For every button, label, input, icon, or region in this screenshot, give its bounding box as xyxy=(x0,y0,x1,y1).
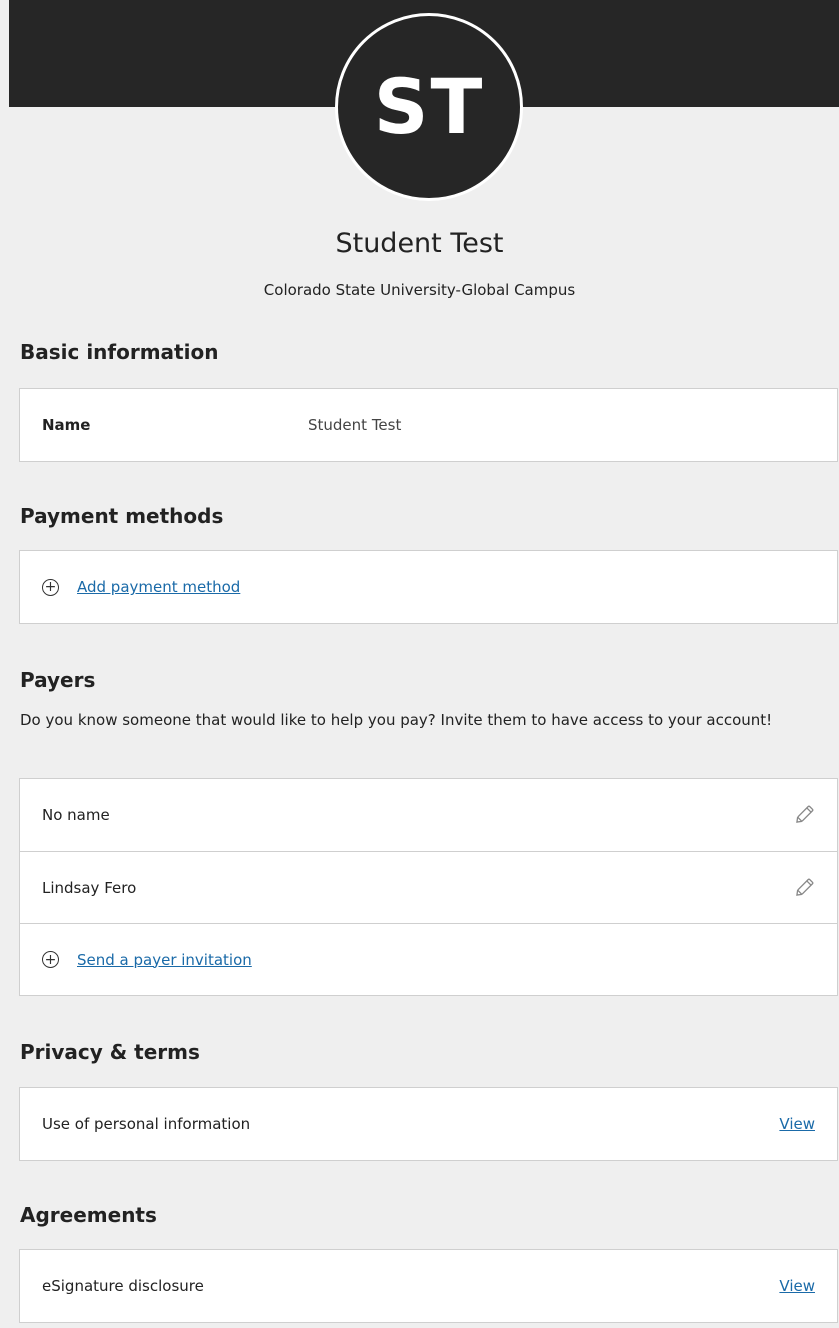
payment-methods-card: + Add payment method xyxy=(19,550,838,624)
view-link[interactable]: View xyxy=(779,1115,815,1133)
payer-row: Lindsay Fero xyxy=(20,851,837,923)
name-value: Student Test xyxy=(308,416,402,434)
basic-information-title: Basic information xyxy=(20,340,219,364)
name-label: Name xyxy=(42,416,91,434)
profile-name: Student Test xyxy=(335,228,504,259)
avatar: ST xyxy=(335,13,523,201)
view-link[interactable]: View xyxy=(779,1277,815,1295)
use-of-personal-information-row: Use of personal information View xyxy=(20,1088,837,1160)
use-of-personal-information-label: Use of personal information xyxy=(42,1115,251,1133)
send-payer-invitation-row[interactable]: + Send a payer invitation xyxy=(20,923,837,995)
add-payment-method-row[interactable]: + Add payment method xyxy=(20,551,837,623)
plus-circle-icon[interactable]: + xyxy=(42,578,59,596)
pencil-icon[interactable] xyxy=(793,877,815,899)
payer-row: No name xyxy=(20,779,837,851)
agreements-title: Agreements xyxy=(20,1203,157,1227)
avatar-initials: ST xyxy=(373,62,485,151)
privacy-terms-card: Use of personal information View xyxy=(19,1087,838,1161)
add-payment-method-link[interactable]: Add payment method xyxy=(77,578,240,596)
agreements-card: eSignature disclosure View xyxy=(19,1249,838,1323)
name-row: Name Student Test xyxy=(20,389,837,461)
payer-name: No name xyxy=(42,806,110,824)
profile-page: ST Student Test Colorado State Universit… xyxy=(0,0,839,1328)
payers-description: Do you know someone that would like to h… xyxy=(20,711,773,729)
pencil-icon[interactable] xyxy=(793,804,815,826)
esignature-disclosure-label: eSignature disclosure xyxy=(42,1277,204,1295)
payment-methods-title: Payment methods xyxy=(20,504,224,528)
basic-information-card: Name Student Test xyxy=(19,388,838,462)
esignature-disclosure-row: eSignature disclosure View xyxy=(20,1250,837,1322)
payers-card: No name Lindsay Fero + Send a payer invi… xyxy=(19,778,838,996)
payers-title: Payers xyxy=(20,668,96,692)
profile-school: Colorado State University-Global Campus xyxy=(263,281,576,299)
send-payer-invitation-link[interactable]: Send a payer invitation xyxy=(77,951,252,969)
plus-circle-icon[interactable]: + xyxy=(42,951,59,968)
privacy-terms-title: Privacy & terms xyxy=(20,1040,200,1064)
payer-name: Lindsay Fero xyxy=(42,878,137,897)
